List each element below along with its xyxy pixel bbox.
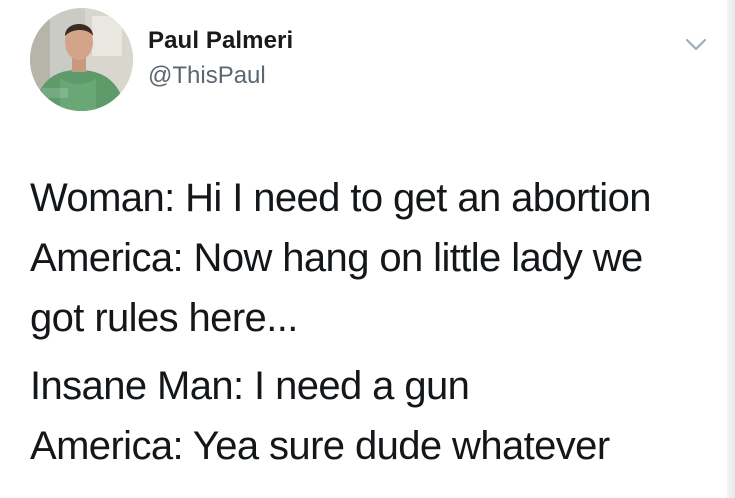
author-handle[interactable]: @ThisPaul	[148, 62, 266, 90]
screen-edge	[727, 0, 735, 498]
tweet-paragraph: Woman: Hi I need to get an abortion Amer…	[30, 176, 651, 340]
author-avatar[interactable]	[30, 8, 133, 111]
tweet-text: Woman: Hi I need to get an abortion Amer…	[30, 168, 707, 476]
tweet-card: Paul Palmeri @ThisPaul Woman: Hi I need …	[0, 0, 727, 498]
tweet-paragraph: Insane Man: I need a gun America: Yea su…	[30, 364, 610, 468]
user-avatar-photo-icon	[30, 8, 133, 111]
author-display-name[interactable]: Paul Palmeri	[148, 27, 293, 55]
chevron-down-icon[interactable]	[685, 38, 707, 52]
